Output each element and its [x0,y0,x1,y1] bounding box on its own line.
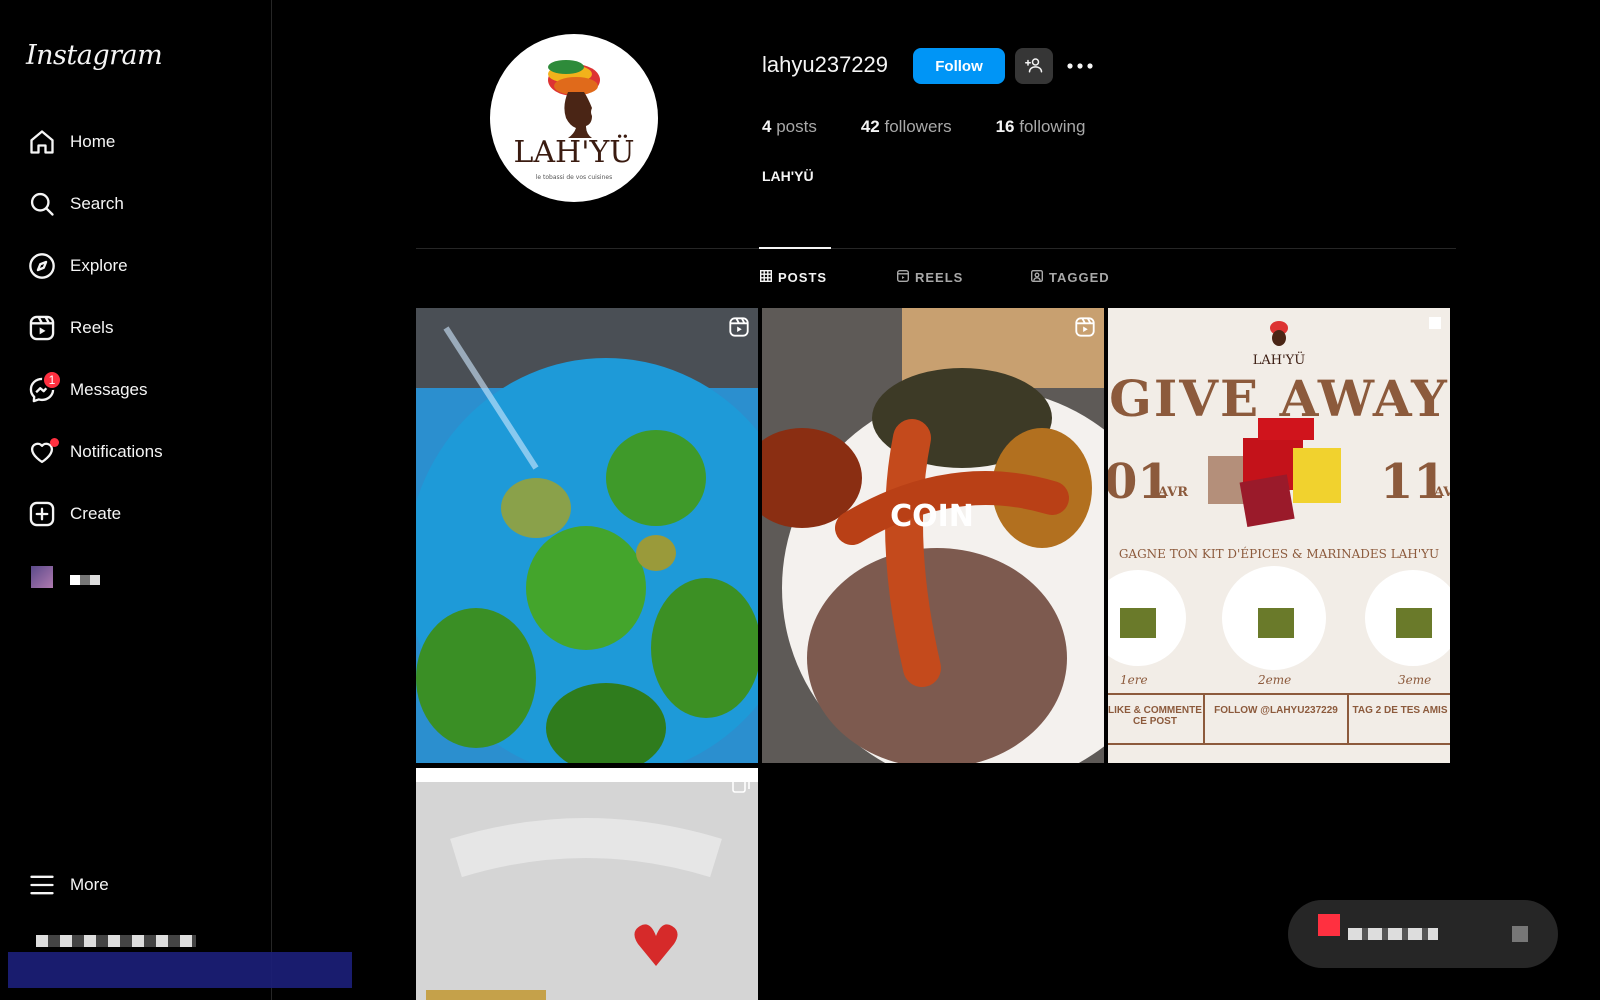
reels-icon [24,310,60,346]
sidebar-item-label: Reels [70,318,114,337]
sidebar-item-label: More [70,875,109,894]
sidebar-item-messages[interactable]: 1 Messages [22,366,252,414]
tag-person-icon [1030,269,1044,285]
active-tab-indicator [759,247,831,249]
image-indicator-icon [1428,316,1442,335]
svg-text:AVR: AVR [1433,485,1450,500]
posts-stat: 4 posts [762,117,817,136]
following-stat[interactable]: 16 following [996,117,1086,137]
svg-text:3eme: 3eme [1398,673,1431,687]
profile-avatar [24,559,60,595]
avatar-text: LAH'YÜ [513,134,634,170]
post-tile-giveaway[interactable]: LAH'YÜ GIVE AWAY 01 AVR 11 AVR GAGNE TON… [1108,308,1450,763]
suggested-accounts-button[interactable] [1015,48,1053,84]
heart-icon [24,434,60,470]
home-icon [24,124,60,160]
follow-button[interactable]: Follow [913,48,1005,84]
tab-posts[interactable]: POSTS [759,269,827,285]
messenger-icon: 1 [24,370,62,408]
followers-stat[interactable]: 42 followers [861,117,952,137]
sidebar-item-search[interactable]: Search [22,180,252,228]
giveaway-step-3: TAG 2 DE TES AMIS [1352,705,1448,716]
sidebar-item-home[interactable]: Home [22,118,252,166]
grid-icon [759,269,773,285]
tabs-divider [416,248,1456,249]
avatar-tagline: le tobassi de vos cuisines [536,174,612,181]
reels-icon [896,269,910,285]
sidebar-item-label: Explore [70,256,128,275]
menu-icon [24,867,60,903]
svg-text:AVR: AVR [1157,485,1188,500]
profile-stats: 4 posts 42 followers 16 following [762,117,1085,137]
sidebar-item-create[interactable]: Create [22,490,252,538]
sidebar: Instagram Home Search Explore Reels 1 Me… [0,0,272,1000]
instagram-logo[interactable]: Instagram [26,40,163,71]
plus-square-icon [24,496,60,532]
compass-icon [24,248,60,284]
svg-text:2eme: 2eme [1257,673,1291,687]
messages-expand-icon [1512,926,1528,942]
search-icon [24,186,60,222]
notification-dot [50,438,59,447]
messages-badge: 1 [42,370,62,390]
sidebar-item-more[interactable]: More [22,861,252,909]
profile-username: lahyu237229 [762,52,889,77]
svg-text:11: 11 [1380,454,1447,510]
svg-text:GAGNE TON KIT D'ÉPICES & MARIN: GAGNE TON KIT D'ÉPICES & MARINADES LAH'Y… [1119,546,1439,561]
sidebar-item-profile[interactable] [22,553,252,601]
add-person-icon [1025,56,1043,77]
reel-indicator-icon [728,316,750,343]
profile-full-name: LAH'YÜ [762,168,814,184]
svg-text:1ere: 1ere [1120,673,1148,687]
post-overlay-text: COIN [890,499,974,534]
svg-text:01: 01 [1108,454,1171,510]
messages-label-redacted [1348,928,1438,940]
carousel-indicator-icon [732,776,750,799]
redacted-banner [8,952,352,988]
tab-reels[interactable]: REELS [896,269,963,285]
giveaway-step-2: FOLLOW @LAHYU237229 [1214,705,1338,716]
sidebar-item-label: Search [70,194,124,213]
messages-floating-button[interactable] [1288,900,1558,968]
post-tile-carousel-jar[interactable] [416,768,758,1000]
sidebar-item-label: Messages [70,380,148,399]
redacted-area [36,935,196,947]
more-options-icon[interactable] [1064,54,1096,78]
tab-tagged[interactable]: TAGGED [1030,269,1110,285]
sidebar-item-notifications[interactable]: Notifications [22,428,252,476]
post-tile-reel-peppers[interactable] [416,308,758,763]
sidebar-item-label: Create [70,504,122,523]
sidebar-item-label: Notifications [70,442,163,461]
sidebar-item-explore[interactable]: Explore [22,242,252,290]
giveaway-step-1: LIKE & COMMENTE CE POST [1108,705,1202,727]
post-tile-reel-coin[interactable]: COIN [762,308,1104,763]
reel-indicator-icon [1074,316,1096,343]
svg-text:LAH'YÜ: LAH'YÜ [1253,351,1306,368]
profile-avatar-large[interactable]: LAH'YÜ le tobassi de vos cuisines [490,34,658,202]
profile-label-redacted [70,565,100,590]
sidebar-item-label: Home [70,132,116,151]
messages-avatar-redacted [1318,914,1340,936]
sidebar-item-reels[interactable]: Reels [22,304,252,352]
